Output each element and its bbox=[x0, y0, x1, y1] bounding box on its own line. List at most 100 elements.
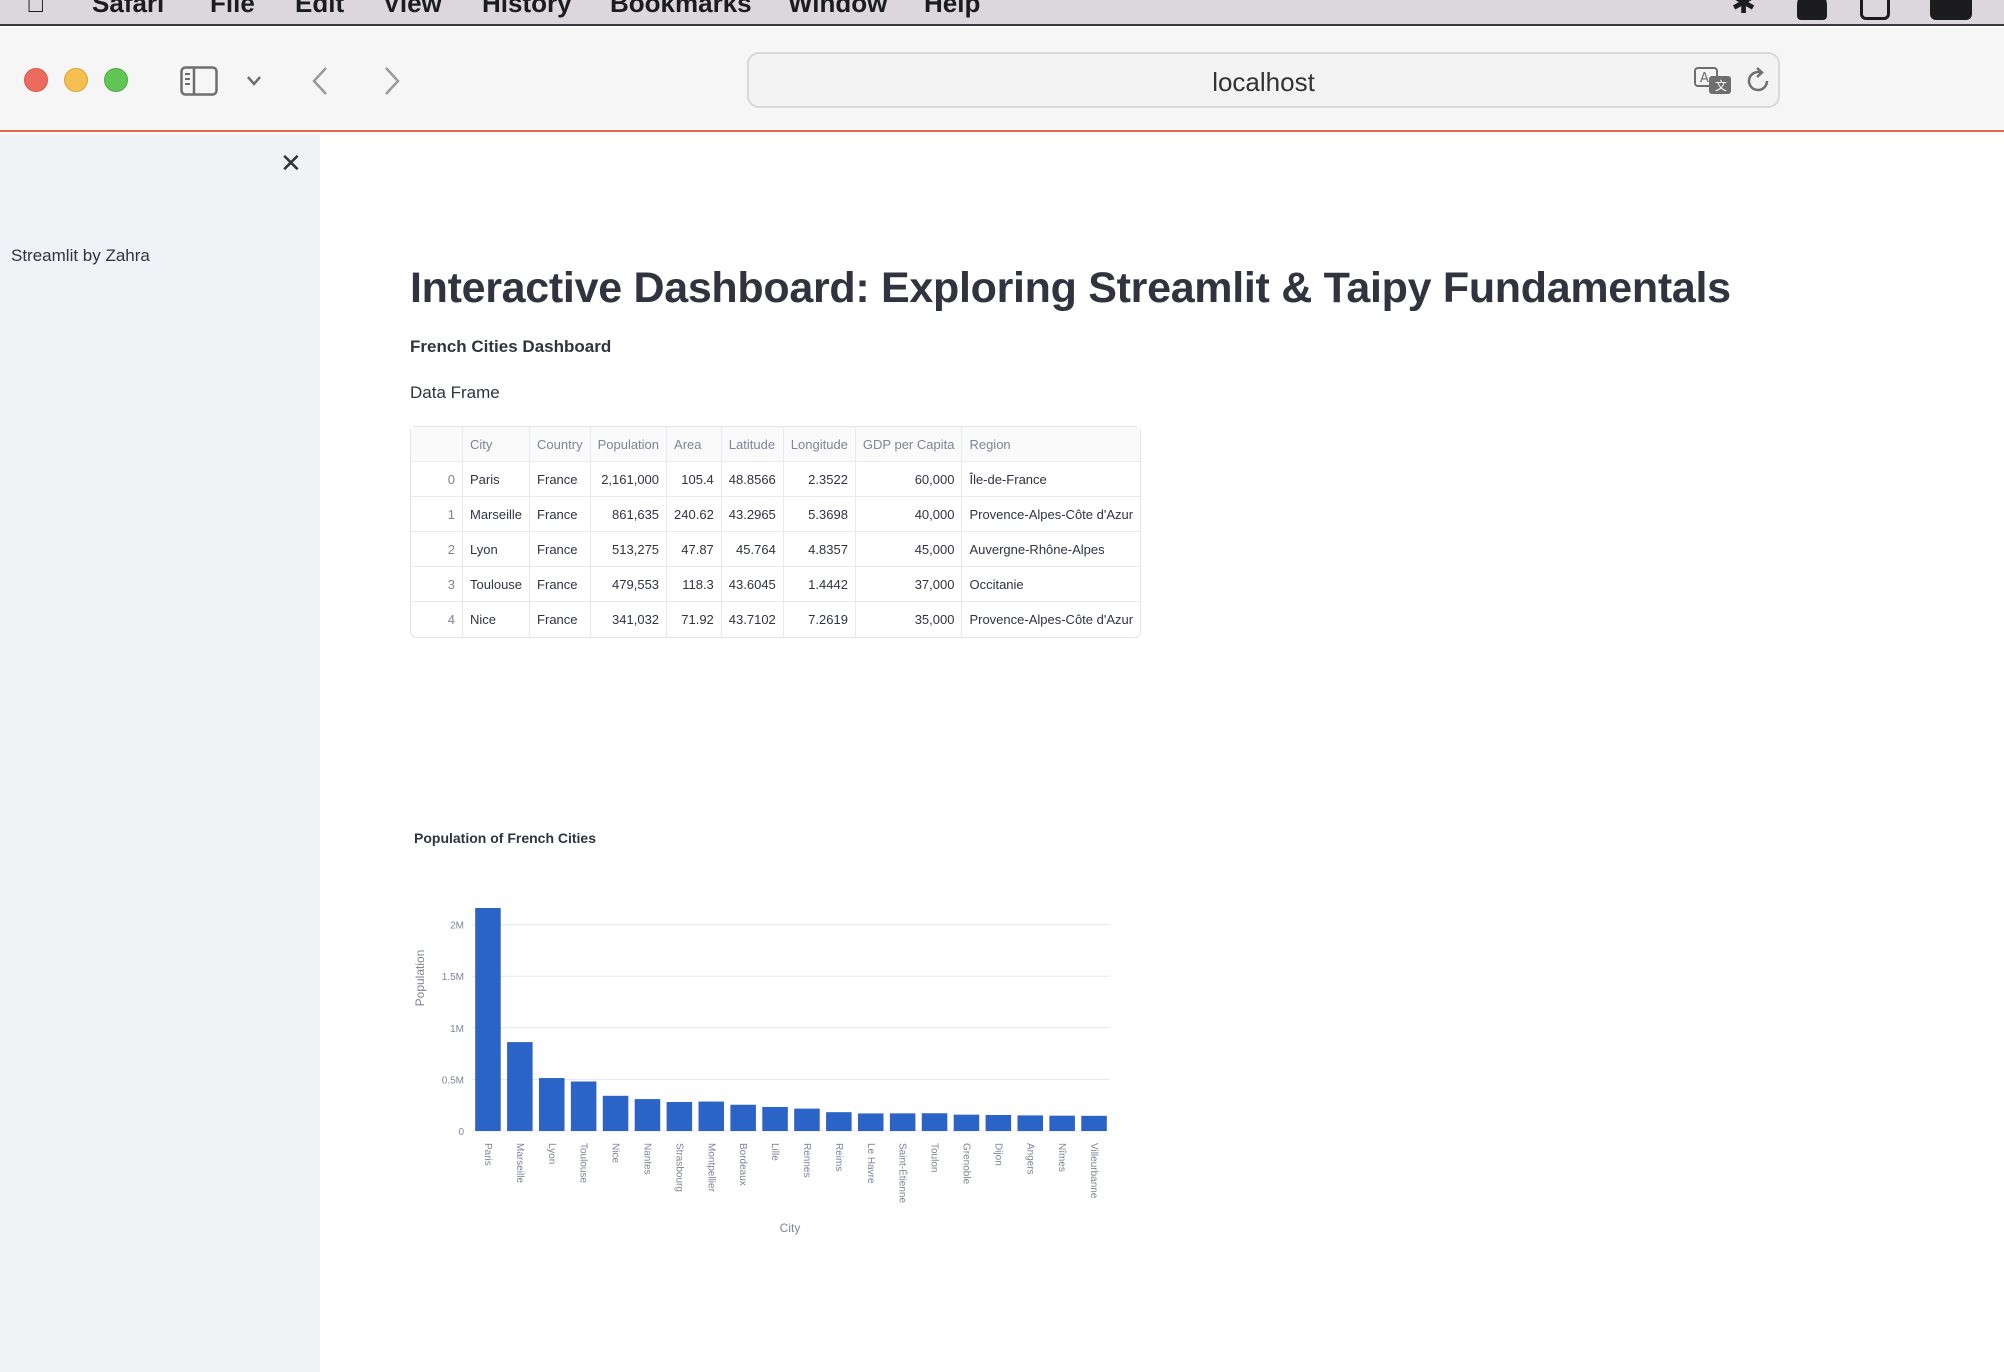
address-bar[interactable]: localhost A 文 bbox=[747, 52, 1780, 108]
status-icon[interactable] bbox=[1860, 0, 1890, 20]
chart-bar[interactable] bbox=[826, 1112, 852, 1131]
table-cell[interactable]: 48.8566 bbox=[721, 462, 784, 497]
table-cell[interactable]: 479,553 bbox=[590, 567, 668, 602]
table-cell[interactable]: Auvergne-Rhône-Alpes bbox=[962, 532, 1141, 567]
menu-edit[interactable]: Edit bbox=[295, 0, 344, 19]
column-header[interactable]: Latitude bbox=[721, 427, 784, 462]
chart-bar[interactable] bbox=[1049, 1115, 1075, 1131]
table-cell[interactable]: 7.2619 bbox=[784, 602, 856, 637]
table-cell[interactable]: Provence-Alpes-Côte d'Azur bbox=[962, 602, 1140, 637]
chart-bar[interactable] bbox=[857, 1113, 884, 1131]
table-cell[interactable]: 35,000 bbox=[856, 602, 963, 637]
apple-icon[interactable]:  bbox=[26, 0, 46, 19]
table-cell[interactable]: Nice bbox=[463, 602, 531, 637]
column-header[interactable]: Country bbox=[530, 427, 591, 462]
table-cell[interactable]: 43.2965 bbox=[721, 497, 784, 532]
zoom-window-button[interactable] bbox=[104, 68, 128, 92]
table-cell[interactable]: Marseille bbox=[463, 497, 531, 532]
row-index[interactable]: 3 bbox=[411, 567, 463, 602]
data-table[interactable]: City Country Population Area Latitude Lo… bbox=[410, 426, 1142, 638]
menu-safari[interactable]: Safari bbox=[92, 0, 164, 19]
table-cell[interactable]: 43.6045 bbox=[721, 567, 784, 602]
chart-bar[interactable] bbox=[794, 1108, 820, 1131]
status-icon[interactable] bbox=[1930, 0, 1972, 20]
table-cell[interactable]: 5.3698 bbox=[783, 497, 856, 532]
table-cell[interactable]: 341,032 bbox=[591, 602, 668, 637]
table-cell[interactable]: France bbox=[530, 567, 591, 602]
row-index[interactable]: 2 bbox=[411, 532, 463, 567]
column-header[interactable]: Area bbox=[667, 427, 722, 462]
chart-bar[interactable] bbox=[762, 1106, 788, 1131]
column-header[interactable]: GDP per Capita bbox=[855, 427, 963, 462]
table-cell[interactable]: 4.8357 bbox=[783, 532, 856, 567]
column-header[interactable]: City bbox=[463, 427, 531, 462]
chart-bar[interactable] bbox=[538, 1078, 565, 1131]
table-cell[interactable]: 47.87 bbox=[667, 532, 722, 567]
row-index[interactable]: 1 bbox=[411, 497, 463, 532]
table-cell[interactable]: 513,275 bbox=[590, 532, 668, 567]
status-icon[interactable] bbox=[1797, 0, 1827, 20]
menu-view[interactable]: View bbox=[383, 0, 442, 19]
close-sidebar-icon[interactable]: ✕ bbox=[280, 148, 302, 179]
table-cell[interactable]: 861,635 bbox=[590, 497, 668, 532]
table-cell[interactable]: Île-de-France bbox=[962, 462, 1141, 497]
column-header[interactable]: Population bbox=[590, 427, 668, 462]
chart-bar[interactable] bbox=[475, 908, 501, 1131]
table-cell[interactable]: 60,000 bbox=[855, 462, 963, 497]
table-cell[interactable]: France bbox=[530, 602, 591, 637]
chart-bar[interactable] bbox=[634, 1099, 661, 1131]
chart-bar[interactable] bbox=[507, 1042, 533, 1131]
table-cell[interactable]: France bbox=[530, 497, 591, 532]
table-cell[interactable]: 240.62 bbox=[667, 497, 722, 532]
menu-help[interactable]: Help bbox=[924, 0, 980, 19]
table-cell[interactable]: France bbox=[530, 532, 591, 567]
chart-bar[interactable] bbox=[666, 1102, 693, 1131]
reload-icon[interactable] bbox=[1745, 66, 1773, 96]
chart-bar[interactable] bbox=[985, 1114, 1012, 1131]
chart-bar[interactable] bbox=[1081, 1115, 1107, 1131]
table-cell[interactable]: 2,161,000 bbox=[590, 462, 668, 497]
chevron-down-icon[interactable] bbox=[246, 74, 262, 88]
table-cell[interactable]: 37,000 bbox=[855, 567, 963, 602]
table-cell[interactable]: 105.4 bbox=[667, 462, 722, 497]
table-cell[interactable]: Paris bbox=[463, 462, 531, 497]
table-cell[interactable]: 43.7102 bbox=[722, 602, 784, 637]
chart-bar[interactable] bbox=[570, 1081, 597, 1131]
status-icon[interactable]: ✱ bbox=[1731, 0, 1761, 20]
table-cell[interactable]: France bbox=[530, 462, 591, 497]
chart-bar[interactable] bbox=[953, 1114, 980, 1131]
table-cell[interactable]: Occitanie bbox=[962, 567, 1141, 602]
table-cell[interactable]: 118.3 bbox=[667, 567, 722, 602]
menu-file[interactable]: File bbox=[210, 0, 255, 19]
chart-bar[interactable] bbox=[730, 1104, 756, 1131]
column-header[interactable] bbox=[411, 427, 463, 462]
table-cell[interactable]: 71.92 bbox=[667, 602, 722, 637]
chart-bar[interactable] bbox=[921, 1113, 948, 1131]
column-header[interactable]: Region bbox=[962, 427, 1141, 462]
table-cell[interactable]: 45,000 bbox=[855, 532, 963, 567]
menu-history[interactable]: History bbox=[482, 0, 572, 19]
sidebar-toggle-icon[interactable] bbox=[180, 66, 218, 96]
chart-bar[interactable] bbox=[698, 1101, 725, 1131]
menu-window[interactable]: Window bbox=[788, 0, 887, 19]
table-cell[interactable]: Provence-Alpes-Côte d'Azur bbox=[962, 497, 1141, 532]
minimize-window-button[interactable] bbox=[64, 68, 88, 92]
chart-bar[interactable] bbox=[602, 1095, 629, 1131]
menu-bookmarks[interactable]: Bookmarks bbox=[610, 0, 752, 19]
table-cell[interactable]: 40,000 bbox=[855, 497, 963, 532]
row-index[interactable]: 4 bbox=[411, 602, 463, 637]
forward-icon[interactable] bbox=[382, 65, 402, 97]
chart-bar[interactable] bbox=[889, 1113, 916, 1131]
table-cell[interactable]: 2.3522 bbox=[783, 462, 856, 497]
column-header[interactable]: Longitude bbox=[783, 427, 856, 462]
close-window-button[interactable] bbox=[24, 68, 48, 92]
back-icon[interactable] bbox=[310, 65, 330, 97]
row-index[interactable]: 0 bbox=[411, 462, 463, 497]
translate-icon[interactable]: A 文 bbox=[1693, 66, 1733, 96]
table-cell[interactable]: 1.4442 bbox=[783, 567, 856, 602]
population-bar-chart[interactable]: Population of French Cities 0 0.5M 1M 1.5M 2… bbox=[410, 684, 1150, 1244]
table-cell[interactable]: Lyon bbox=[463, 532, 531, 567]
chart-bar[interactable] bbox=[1017, 1115, 1044, 1131]
table-cell[interactable]: 45.764 bbox=[721, 532, 784, 567]
table-cell[interactable]: Toulouse bbox=[463, 567, 531, 602]
